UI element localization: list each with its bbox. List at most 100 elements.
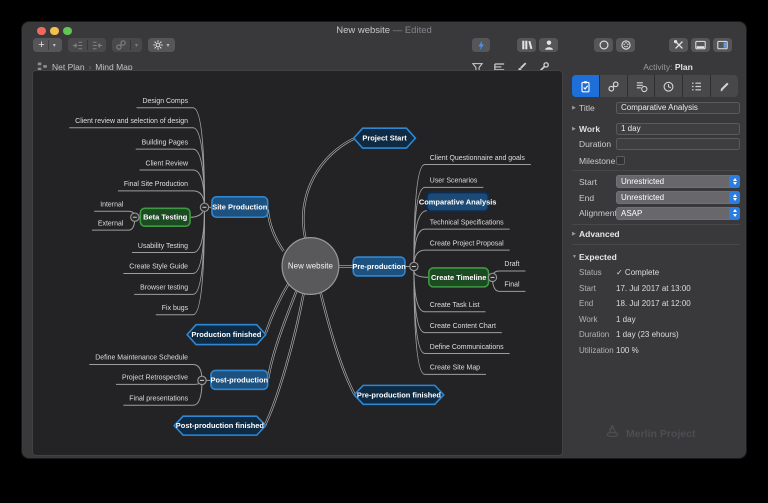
mindmap-leaf-final[interactable]: Final [492, 277, 525, 291]
alignment-dropdown[interactable]: ASAP [616, 207, 740, 220]
field-label: Duration [579, 139, 616, 149]
mindmap-canvas[interactable]: Design CompsClient review and selection … [32, 70, 563, 456]
tab-assignments[interactable] [683, 75, 711, 97]
mindmap-milestone-pre_production_finished[interactable]: Pre-production finished [354, 385, 444, 404]
add-button[interactable]: + ▾ [33, 38, 62, 52]
work-row: ▶ Work 1 day [572, 122, 740, 135]
tab-finance[interactable] [628, 75, 656, 97]
disclosure-triangle-icon[interactable]: ▼ [572, 254, 579, 260]
expected-row: Duration 1 day (23 ehours) [572, 328, 740, 341]
link-button[interactable]: ▾ [112, 38, 142, 52]
mindmap-milestone-production_finished[interactable]: Production finished [187, 325, 266, 345]
resources-button[interactable] [539, 38, 558, 52]
field-label: Title [579, 103, 616, 113]
mindmap-leaf-building_pages[interactable]: Building Pages [136, 139, 205, 207]
end-dropdown[interactable]: Unrestricted [616, 191, 740, 204]
svg-text:Site Production: Site Production [212, 203, 268, 212]
expected-row: Status ✓ Complete [572, 266, 740, 279]
mindmap-leaf-project_retrospective[interactable]: Project Retrospective [116, 375, 202, 385]
mindmap-leaf-create_project_proposal[interactable]: Create Project Proposal [414, 240, 510, 266]
field-label: Milestone [579, 156, 616, 166]
chevron-down-icon: ▾ [165, 42, 170, 49]
milestone-checkbox[interactable] [616, 156, 625, 165]
document-title: New website [336, 25, 390, 36]
svg-text:Final: Final [504, 282, 520, 289]
mindmap-milestone-project_start[interactable]: Project Start [354, 128, 416, 148]
indent-right-button[interactable] [71, 39, 84, 52]
lightning-icon [475, 39, 487, 52]
mindmap-leaf-final_site_production[interactable]: Final Site Production [118, 181, 205, 207]
svg-text:Define Maintenance Schedule: Define Maintenance Schedule [95, 355, 188, 362]
section-title: Expected [579, 252, 617, 262]
settings-button[interactable]: ▾ [148, 38, 175, 52]
disclosure-triangle-icon[interactable]: ▶ [572, 126, 579, 132]
outdent-left-button[interactable] [91, 39, 104, 52]
title-input[interactable]: Comparative Analysis [616, 102, 740, 114]
collapse-toggle-icon[interactable] [200, 203, 208, 211]
app-window: New website — Edited + ▾ ▾ ▾ [21, 21, 747, 459]
start-dropdown[interactable]: Unrestricted [616, 175, 740, 188]
svg-text:Create Project Proposal: Create Project Proposal [430, 240, 504, 247]
panel-right-icon [716, 39, 729, 51]
mindmap-node-pre_production[interactable]: Pre-production [352, 257, 406, 276]
divider [572, 224, 740, 225]
row-value: ✓ Complete [616, 268, 740, 277]
svg-text:Create Content Chart: Create Content Chart [430, 323, 496, 330]
mindmap-node-site_production[interactable]: Site Production [212, 197, 268, 217]
activity-flash-button[interactable] [472, 38, 490, 52]
title-row: ▶ Title Comparative Analysis [572, 101, 740, 114]
row-value: 18. Jul 2017 at 12:00 [616, 299, 740, 308]
row-label: Work [579, 315, 616, 324]
network-globe-button[interactable] [616, 38, 635, 52]
collapse-toggle-icon[interactable] [410, 262, 418, 270]
svg-text:Draft: Draft [504, 261, 519, 268]
tab-time[interactable] [655, 75, 683, 97]
mindmap-milestone-post_production_finished[interactable]: Post-production finished [174, 416, 266, 435]
mindmap-leaf-external[interactable]: External [92, 217, 135, 230]
collapse-toggle-icon[interactable] [131, 213, 139, 221]
svg-text:Project Start: Project Start [362, 134, 407, 143]
app-branding: Merlin Project [604, 423, 695, 445]
sync-circle-button[interactable] [594, 38, 613, 52]
collapse-toggle-icon[interactable] [488, 273, 496, 281]
duration-row: Duration [572, 137, 740, 150]
mindmap-node-root[interactable]: New website [282, 238, 339, 295]
dropdown-value: Unrestricted [621, 177, 664, 186]
section-title: Advanced [579, 229, 620, 239]
mindmap-node-post_production[interactable]: Post-production [211, 370, 269, 389]
tab-task-info[interactable] [572, 75, 600, 97]
svg-text:Pre-production: Pre-production [352, 262, 406, 271]
mindmap-leaf-draft[interactable]: Draft [492, 261, 525, 277]
panel-right-button[interactable] [713, 38, 732, 52]
mindmap-node-create_timeline[interactable]: Create Timeline [429, 268, 489, 287]
tools-button[interactable] [669, 38, 688, 52]
svg-text:New website: New website [288, 262, 334, 271]
duration-input[interactable] [616, 138, 740, 150]
mindmap-leaf-internal[interactable]: Internal [94, 202, 135, 218]
panel-bottom-button[interactable] [691, 38, 710, 52]
inspector-panel: ▶ Title Comparative Analysis ▶ Work 1 da… [564, 58, 747, 459]
title-bar[interactable]: New website — Edited [22, 22, 746, 38]
svg-text:Building Pages: Building Pages [142, 139, 189, 146]
row-label: Utilization [579, 346, 616, 355]
library-button[interactable] [517, 38, 536, 52]
stepper-icon [729, 191, 740, 204]
disclosure-triangle-icon[interactable]: ▶ [572, 105, 579, 111]
indent-group [68, 38, 106, 52]
tab-links[interactable] [600, 75, 628, 97]
mindmap-node-beta_testing[interactable]: Beta Testing [140, 208, 190, 226]
expected-section-header[interactable]: ▼ Expected [572, 250, 740, 263]
disclosure-triangle-icon[interactable]: ▶ [572, 231, 579, 237]
dropdown-value: Unrestricted [621, 193, 664, 202]
tab-notes[interactable] [711, 75, 738, 97]
collapse-toggle-icon[interactable] [198, 376, 206, 384]
stepper-icon [729, 207, 740, 220]
svg-text:Post-production finished: Post-production finished [176, 421, 265, 430]
svg-text:Create Timeline: Create Timeline [431, 273, 486, 282]
svg-text:Create Style Guide: Create Style Guide [129, 264, 188, 271]
svg-text:Comparative Analysis: Comparative Analysis [419, 197, 497, 206]
mindmap-node-comparative_analysis[interactable]: Comparative Analysis [419, 192, 497, 211]
advanced-section-header[interactable]: ▶ Advanced [572, 227, 740, 240]
work-input[interactable]: 1 day [616, 123, 740, 135]
svg-text:Define Communications: Define Communications [430, 344, 504, 351]
